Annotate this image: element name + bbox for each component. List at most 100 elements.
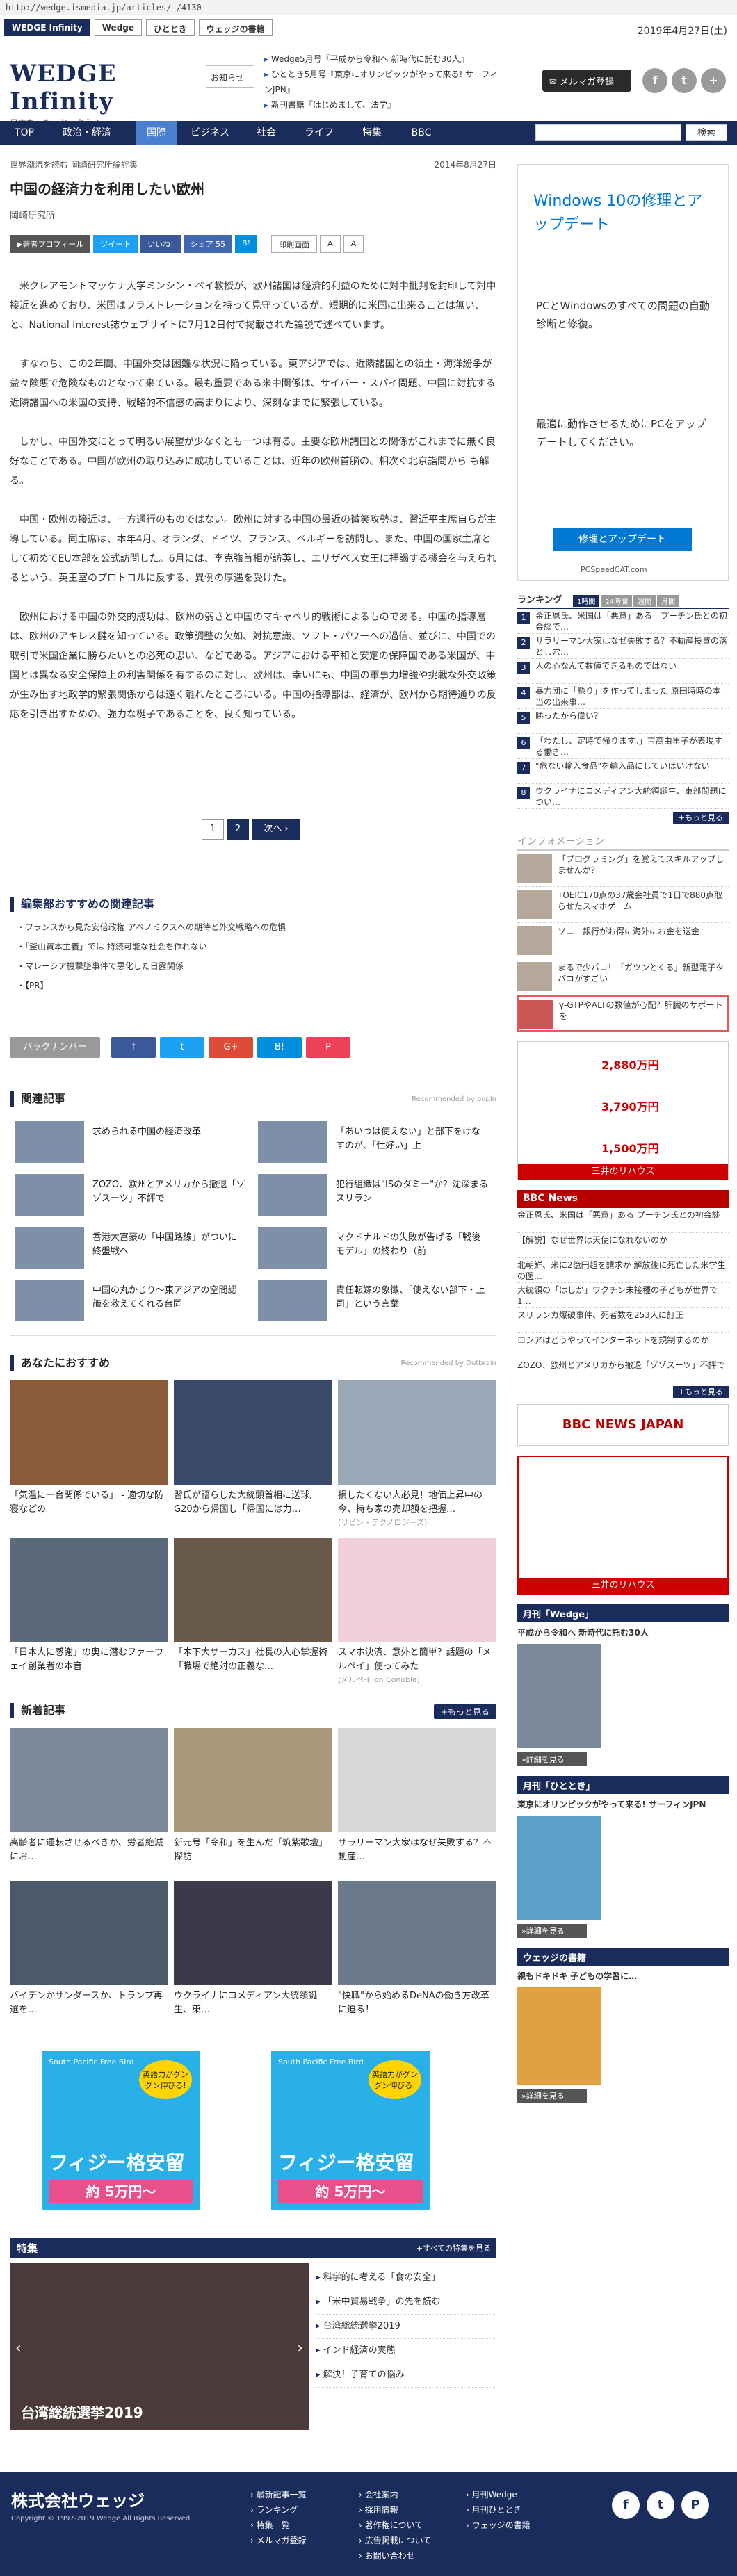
bbc-item[interactable]: ロシアはどうやってインターネットを規制するのか [517,1333,729,1358]
mitsui-ad[interactable]: 三井のリハウス [517,1456,729,1595]
bbc-banner[interactable]: BBC NEWS JAPAN [517,1404,729,1446]
tab-24h[interactable]: 24時間 [601,595,633,607]
facebook-icon[interactable]: f [612,2491,640,2519]
related-card[interactable]: 責任転嫁の象徴、「使えない部下・上司」という言葉 [254,1277,490,1324]
related-card[interactable]: 求められる中国の経済改革 [10,1118,247,1166]
footer-logo[interactable]: 株式会社ウェッジ [11,2487,145,2511]
notice-item[interactable]: Wedge5月号『平成から令和へ 新時代に託む30人』 [264,51,501,67]
list-item[interactable]: フランスから見た安倍政権 アベノミクスへの期待と外交戦略への危惧 [17,918,496,937]
ranking-item[interactable]: 2 サラリーマン大家はなぜ失敗する？不動産投資の落とし穴… [517,634,729,659]
footer-link[interactable]: 採用情報 [359,2502,431,2518]
related-card[interactable]: 香港大富豪の「中国路線」がついに終盤戦へ [10,1224,247,1271]
details-link[interactable]: »詳細を見る [517,1924,587,1938]
article-card[interactable]: バイデンかサンダースか、トランプ再選を… [10,1881,168,2017]
article-author[interactable]: 岡崎研究所 [10,208,496,221]
bbc-item[interactable]: 北朝鮮、米に2億円超を請求か 解放後に死亡した米学生の医… [517,1258,729,1283]
bbc-item[interactable]: ZOZO、欧州とアメリカから撤退「ゾゾスーツ」不評で [517,1358,729,1383]
article-card[interactable]: ウクライナにコメディアン大統領誕生、東… [174,1881,332,2017]
osusume-card[interactable]: スマホ決済、意外と簡単？話題の「メルペイ」使ってみた (メルペイ on Conob… [338,1538,496,1685]
osusume-card[interactable]: 「気温に一合関係でいる」 - 適切な防寝などの [10,1380,168,1517]
hatena-button[interactable]: B! [235,235,258,253]
facebook-icon[interactable]: f [642,68,667,93]
author-profile-button[interactable]: ▶著者プロフィール [10,235,91,253]
site-logo[interactable]: WEDGE Infinity 日本を、もっと、考える [10,60,197,128]
googleplus-icon[interactable]: + [701,68,726,93]
nav-bbc[interactable]: BBC [400,121,442,145]
ranking-item[interactable]: 4 暴力団に「懸り」を作ってしまった 原田時時の本当の出来事… [517,684,729,709]
info-item[interactable]: ソニー銀行がお得に海外にお金を送金 [517,923,729,959]
osusume-card[interactable]: 損したくない人必見！地価上昇中の今、持ち家の売却額を把握… (リビン・テクノロジー… [338,1380,496,1528]
bbc-item[interactable]: 大統領の「はしか」ワクチン未接種の子どもが世界で1… [517,1283,729,1308]
osusume-card[interactable]: 習氏が語らした大統頭首相に送球, G20から帰国し「帰国には力… [174,1380,332,1517]
feature-item[interactable]: 台湾総統選挙2019 [316,2315,496,2339]
tweet-button[interactable]: ツイート [93,235,138,253]
facebook-share-button[interactable]: f [111,1037,156,1058]
info-item[interactable]: γ-GTPやALTの数値が心配？肝臓のサポートを [517,995,729,1032]
article-card[interactable]: 新元号「令和」を生んだ「筑紫歌壇」探訪 [174,1728,332,1864]
page-1[interactable]: 1 [202,819,224,840]
nav-top[interactable]: TOP [10,121,39,145]
like-button[interactable]: いいね! [140,235,181,253]
ranking-item[interactable]: 1 金正恩氏、米国は「悪意」ある プーチン氏との初会談で… [517,609,729,634]
article-card[interactable]: "快職"から始めるDeNAの働き方改革に迫る！ [338,1881,496,2017]
ranking-item[interactable]: 7 "危ない輸入食品"を輸入品にしていはいけない [517,759,729,784]
footer-link[interactable]: 特集一覧 [250,2518,307,2533]
feature-item[interactable]: 「米中貿易戦争」の先を読む [316,2290,496,2315]
twitter-icon[interactable]: t [672,68,697,93]
details-link[interactable]: »詳細を見る [517,2089,587,2103]
tab-hitotoki[interactable]: ひととき [146,19,195,36]
tab-1h[interactable]: 1時間 [573,595,600,607]
footer-link[interactable]: ランキング [250,2502,307,2518]
tab-wedge[interactable]: Wedge [94,19,143,36]
article-card[interactable]: 高齢者に運転させるべきか、労者絶滅にお… [10,1728,168,1864]
feature-item[interactable]: インド経済の実態 [316,2339,496,2363]
footer-link[interactable]: 会社案内 [359,2487,431,2502]
list-item[interactable]: 「釜山資本主義」では 持続可能な社会を作れない [17,937,496,956]
share-button[interactable]: シェア 55 [183,235,233,253]
more-link[interactable]: +もっと見る [672,812,729,824]
info-item[interactable]: TOEIC170点の37歳会社員で1日で880点取らせたスマホゲーム [517,887,729,923]
more-link[interactable]: +すべての特集を見る [416,2242,491,2253]
search-input[interactable] [535,124,681,141]
info-item[interactable]: 「プログラミング」を覚えてスキルアップしませんか？ [517,851,729,887]
windows-ad[interactable]: Windows 10の修理とアップデート PCとWindowsのすべての問題の自… [517,164,729,581]
footer-link[interactable]: 月刊ひととき [466,2502,531,2518]
next-arrow-icon[interactable]: › [297,2340,303,2357]
related-card[interactable]: 犯行組織は"ISのダミー"か？沈深まるスリラン [254,1171,490,1218]
prev-arrow-icon[interactable]: ‹ [15,2340,22,2357]
related-card[interactable]: 「あいつは使えない」と部下をけなすのが、「仕好い」上 [254,1118,490,1166]
print-button[interactable]: 印刷画面 [271,235,318,253]
nav-international[interactable]: 国際 [136,121,177,145]
related-card[interactable]: ZOZO、欧州とアメリカから撤退「ゾゾスーツ」不評で [10,1171,247,1218]
nav-feature[interactable]: 特集 [348,121,396,145]
ad-banner[interactable]: South Pacific Free Bird 英語力がグングン伸びる! フィジ… [42,2051,200,2210]
feature-item[interactable]: 科学的に考える「食の安全」 [316,2266,496,2290]
bbc-item[interactable]: スリランカ爆破事件、死者数を253人に訂正 [517,1308,729,1333]
ad-banner[interactable]: South Pacific Free Bird 英語力がグングン伸びる! フィジ… [271,2051,430,2210]
twitter-share-button[interactable]: t [160,1037,204,1058]
font-large-button[interactable]: A [320,235,341,253]
tab-month[interactable]: 月間 [657,595,680,607]
footer-link[interactable]: 著作権について [359,2518,431,2533]
feature-item[interactable]: 解決！子育ての悩み [316,2363,496,2388]
nav-life[interactable]: ライフ [295,121,343,145]
ranking-item[interactable]: 5 勝ったから偉い？ [517,709,729,734]
ranking-item[interactable]: 3 人の心なんて数値できるものではない [517,659,729,684]
related-card[interactable]: マクドナルドの失敗が告げる「戦後モデル」の終わり（前 [254,1224,490,1271]
footer-link[interactable]: お問い合わせ [359,2548,431,2563]
hatena-share-button[interactable]: B! [257,1037,302,1058]
footer-link[interactable]: 月刊Wedge [466,2487,531,2502]
book-cover[interactable] [517,1987,601,2085]
nav-society[interactable]: 社会 [242,121,291,145]
googleplus-share-button[interactable]: G+ [209,1037,253,1058]
bbc-item[interactable]: 金正恩氏、米国は「悪意」ある プーチン氏との初会談 [517,1208,729,1233]
more-link[interactable]: +もっと見る [433,1704,496,1719]
twitter-icon[interactable]: t [647,2491,674,2519]
breadcrumb[interactable]: 世界潮流を読む 岡崎研究所論評集 [10,158,496,171]
font-small-button[interactable]: A [343,235,364,253]
ranking-item[interactable]: 8 ウクライナにコメディアン大統領誕生、東部問題につい… [517,784,729,809]
article-card[interactable]: サラリーマン大家はなぜ失敗する？不動産… [338,1728,496,1864]
related-card[interactable]: 中国の丸かじり～東アジアの空間認識を救えてくれる台同 [10,1277,247,1324]
notice-item[interactable]: 新刊書籍『はじめまして、法学』 [264,97,501,113]
osusume-card[interactable]: 「木下大サーカス」社長の人心掌握術「職場で絶対の正義な… [174,1538,332,1674]
